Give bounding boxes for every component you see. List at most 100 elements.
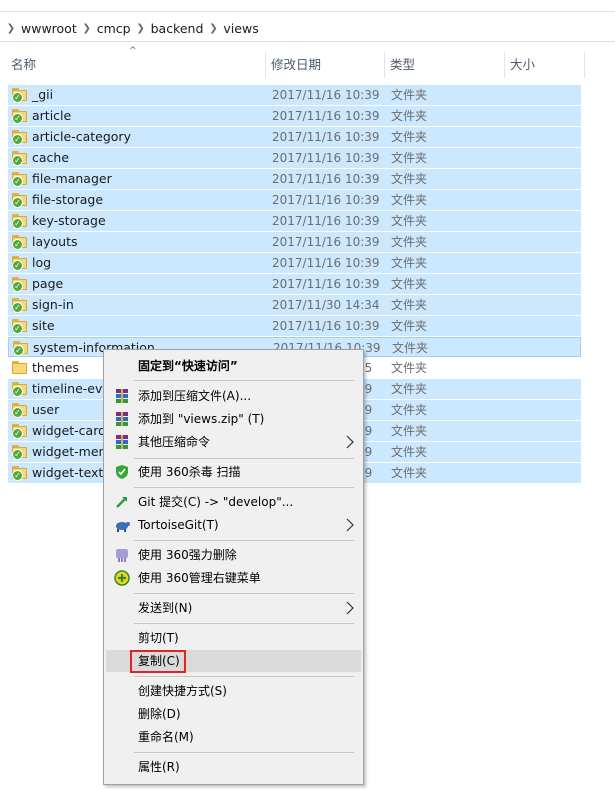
file-type: 文件夹 [391,361,428,375]
folder-git-clean-icon: ✓ [12,403,28,418]
table-row[interactable]: ✓ cache 2017/11/16 10:39 文件夹 [8,148,581,168]
folder-git-clean-icon: ✓ [12,256,28,271]
file-name: sign-in [32,297,74,312]
table-row[interactable]: ✓ page 2017/11/16 10:39 文件夹 [8,274,581,294]
chevron-right-icon[interactable]: ❯ [4,23,18,34]
file-date: 2017/11/16 10:39 [272,235,380,249]
file-type: 文件夹 [392,341,429,355]
tortoise-icon [116,522,130,532]
folder-git-clean-icon: ✓ [12,466,28,481]
breadcrumb-backend[interactable]: backend [148,21,207,36]
menu-item-label: Git 提交(C) -> "develop"... [138,495,294,509]
file-type: 文件夹 [391,151,428,165]
folder-git-clean-icon: ✓ [12,235,28,250]
menu-item-label: 添加到压缩文件(A)... [138,389,252,403]
file-type: 文件夹 [391,172,428,186]
file-name: widget-men [32,444,107,459]
chevron-right-icon[interactable]: ❯ [206,23,220,34]
table-row[interactable]: ✓ _gii 2017/11/16 10:39 文件夹 [8,85,581,105]
menu-item-add-to-zip[interactable]: 添加到 "views.zip" (T) [106,408,361,430]
menu-item-send-to[interactable]: 发送到(N) [106,597,361,619]
menu-item-cut[interactable]: 剪切(T) [106,627,361,649]
file-name: widget-text [32,465,104,480]
file-name: cache [32,150,70,165]
table-row[interactable]: ✓ file-manager 2017/11/16 10:39 文件夹 [8,169,581,189]
menu-item-tortoisegit[interactable]: TortoiseGit(T) [106,514,361,536]
menu-item-other-compress[interactable]: 其他压缩命令 [106,431,361,453]
menu-separator [134,540,354,541]
table-row[interactable]: ✓ sign-in 2017/11/30 14:34 文件夹 [8,295,581,315]
file-date: 2017/11/16 10:39 [272,214,380,228]
table-row[interactable]: ✓ file-storage 2017/11/16 10:39 文件夹 [8,190,581,210]
breadcrumb-cmcp[interactable]: cmcp [94,21,134,36]
menu-item-rename[interactable]: 重命名(M) [106,726,361,748]
folder-git-clean-icon: ✓ [13,341,29,356]
folder-git-clean-icon: ✓ [12,130,28,145]
chevron-right-icon[interactable]: ❯ [134,23,148,34]
shield-icon [116,465,128,479]
menu-item-label: 重命名(M) [138,730,194,744]
file-type: 文件夹 [391,277,428,291]
menu-item-label: 属性(R) [138,760,180,774]
table-row[interactable]: ✓ article 2017/11/16 10:39 文件夹 [8,106,581,126]
menu-item-scan-360[interactable]: 使用 360杀毒 扫描 [106,461,361,483]
file-date: 2017/11/16 10:39 [272,109,380,123]
column-size-header[interactable]: 大小 [505,52,585,78]
table-row[interactable]: ✓ site 2017/11/16 10:39 文件夹 [8,316,581,336]
menu-item-label: 删除(D) [138,707,181,721]
menu-item-force-delete-360[interactable]: 使用 360强力删除 [106,544,361,566]
column-type-header[interactable]: 类型 [385,52,505,78]
menu-item-label: 添加到 "views.zip" (T) [138,412,265,426]
menu-item-label: TortoiseGit(T) [138,518,219,532]
menu-item-add-to-archive[interactable]: 添加到压缩文件(A)... [106,385,361,407]
menu-separator [134,487,354,488]
menu-item-create-shortcut[interactable]: 创建快捷方式(S) [106,680,361,702]
menu-item-git-commit[interactable]: Git 提交(C) -> "develop"... [106,491,361,513]
file-name: article [32,108,72,123]
menu-item-delete[interactable]: 删除(D) [106,703,361,725]
table-row[interactable]: ✓ article-category 2017/11/16 10:39 文件夹 [8,127,581,147]
file-date: 2017/11/16 10:39 [272,172,380,186]
table-row[interactable]: ✓ key-storage 2017/11/16 10:39 文件夹 [8,211,581,231]
menu-separator [134,752,354,753]
folder-git-clean-icon: ✓ [12,109,28,124]
column-name-header[interactable]: 名称 [6,52,266,78]
menu-separator [134,593,354,594]
menu-item-manage-menu-360[interactable]: 使用 360管理右键菜单 [106,567,361,589]
file-name: file-storage [32,192,104,207]
folder-git-clean-icon: ✓ [12,277,28,292]
file-name: page [32,276,64,291]
file-name: themes [32,360,79,375]
file-type: 文件夹 [391,424,428,438]
breadcrumb-wwwroot[interactable]: wwwroot [18,21,80,36]
file-date: 2017/11/16 10:39 [272,151,380,165]
file-type: 文件夹 [391,109,428,123]
menu-separator [134,623,354,624]
git-commit-icon [116,497,127,508]
folder-git-clean-icon: ✓ [12,382,28,397]
window-top-edge [0,0,615,12]
breadcrumb-views[interactable]: views [220,21,261,36]
submenu-arrow-icon [346,601,354,615]
folder-git-clean-icon: ✓ [12,193,28,208]
chevron-right-icon[interactable]: ❯ [80,23,94,34]
folder-git-clean-icon: ✓ [12,151,28,166]
file-type: 文件夹 [391,130,428,144]
file-date: 2017/11/16 10:39 [272,88,380,102]
file-type: 文件夹 [391,403,428,417]
address-bar[interactable]: ❯ wwwroot ❯ cmcp ❯ backend ❯ views [0,16,615,42]
table-row[interactable]: ✓ log 2017/11/16 10:39 文件夹 [8,253,581,273]
file-type: 文件夹 [391,235,428,249]
menu-item-properties[interactable]: 属性(R) [106,756,361,778]
folder-git-clean-icon: ✓ [12,445,28,460]
file-name: _gii [32,87,54,102]
menu-item-label: 使用 360管理右键菜单 [138,571,261,585]
file-name: file-manager [32,171,112,186]
file-type: 文件夹 [391,88,428,102]
column-date-header[interactable]: 修改日期 [266,52,385,78]
file-name: article-category [32,129,131,144]
file-type: 文件夹 [391,193,428,207]
file-type: 文件夹 [391,298,428,312]
table-row[interactable]: ✓ layouts 2017/11/16 10:39 文件夹 [8,232,581,252]
menu-item-pin-quick-access[interactable]: 固定到“快速访问” [106,355,361,377]
